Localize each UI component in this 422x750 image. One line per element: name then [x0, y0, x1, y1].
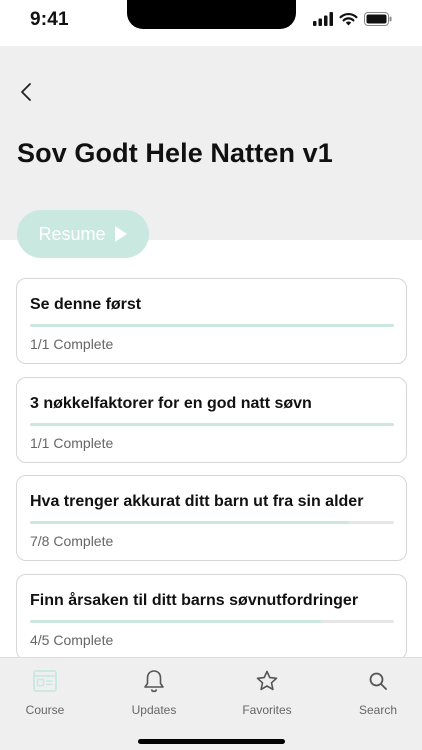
tab-bar: Course Updates Favorites Search — [0, 657, 422, 750]
module-progress-text: 1/1 Complete — [30, 336, 114, 352]
resume-label: Resume — [38, 223, 106, 244]
course-icon — [32, 668, 58, 694]
page-title: Sov Godt Hele Natten v1 — [17, 138, 333, 168]
module-title: Se denne først — [30, 296, 142, 313]
module-title: Finn årsaken til ditt barns søvnutfordri… — [30, 592, 359, 609]
device-notch — [127, 0, 296, 29]
star-icon — [254, 668, 280, 694]
module-title: Hva trenger akkurat ditt barn ut fra sin… — [30, 493, 364, 510]
tab-label: Course — [25, 703, 65, 717]
play-icon — [114, 226, 127, 242]
status-icons — [313, 12, 392, 26]
module-progress-fill — [30, 620, 322, 623]
tab-label: Updates — [131, 703, 177, 717]
module-progress-fill — [30, 423, 394, 426]
module-card[interactable]: Finn årsaken til ditt barns søvnutfordri… — [16, 574, 407, 660]
cellular-signal-icon — [313, 12, 333, 26]
home-indicator — [138, 739, 285, 744]
module-progress-fill — [30, 521, 349, 524]
tab-updates[interactable]: Updates — [109, 668, 199, 717]
module-progress-bar — [30, 521, 394, 524]
module-progress-text: 7/8 Complete — [30, 533, 114, 549]
tab-search[interactable]: Search — [333, 668, 422, 717]
tab-favorites[interactable]: Favorites — [222, 668, 312, 717]
status-time: 9:41 — [30, 9, 69, 30]
module-title: 3 nøkkelfaktorer for en god natt søvn — [30, 395, 312, 412]
tab-label: Search — [358, 703, 398, 717]
module-card[interactable]: Se denne først 1/1 Complete — [16, 278, 407, 364]
module-progress-bar — [30, 620, 394, 623]
module-card[interactable]: Hva trenger akkurat ditt barn ut fra sin… — [16, 475, 407, 561]
resume-button[interactable]: Resume — [17, 210, 149, 258]
module-progress-text: 4/5 Complete — [30, 632, 114, 648]
search-icon — [365, 668, 391, 694]
bell-icon — [141, 668, 167, 694]
module-card[interactable]: 3 nøkkelfaktorer for en god natt søvn 1/… — [16, 377, 407, 463]
battery-icon — [364, 12, 392, 26]
module-progress-text: 1/1 Complete — [30, 435, 114, 451]
module-progress-bar — [30, 324, 394, 327]
wifi-icon — [339, 13, 358, 26]
module-progress-fill — [30, 324, 394, 327]
tab-label: Favorites — [242, 703, 292, 717]
chevron-left-icon — [21, 83, 31, 101]
tab-course[interactable]: Course — [0, 668, 90, 717]
module-progress-bar — [30, 423, 394, 426]
back-button[interactable] — [14, 80, 38, 104]
status-bar: 9:41 — [0, 0, 422, 46]
